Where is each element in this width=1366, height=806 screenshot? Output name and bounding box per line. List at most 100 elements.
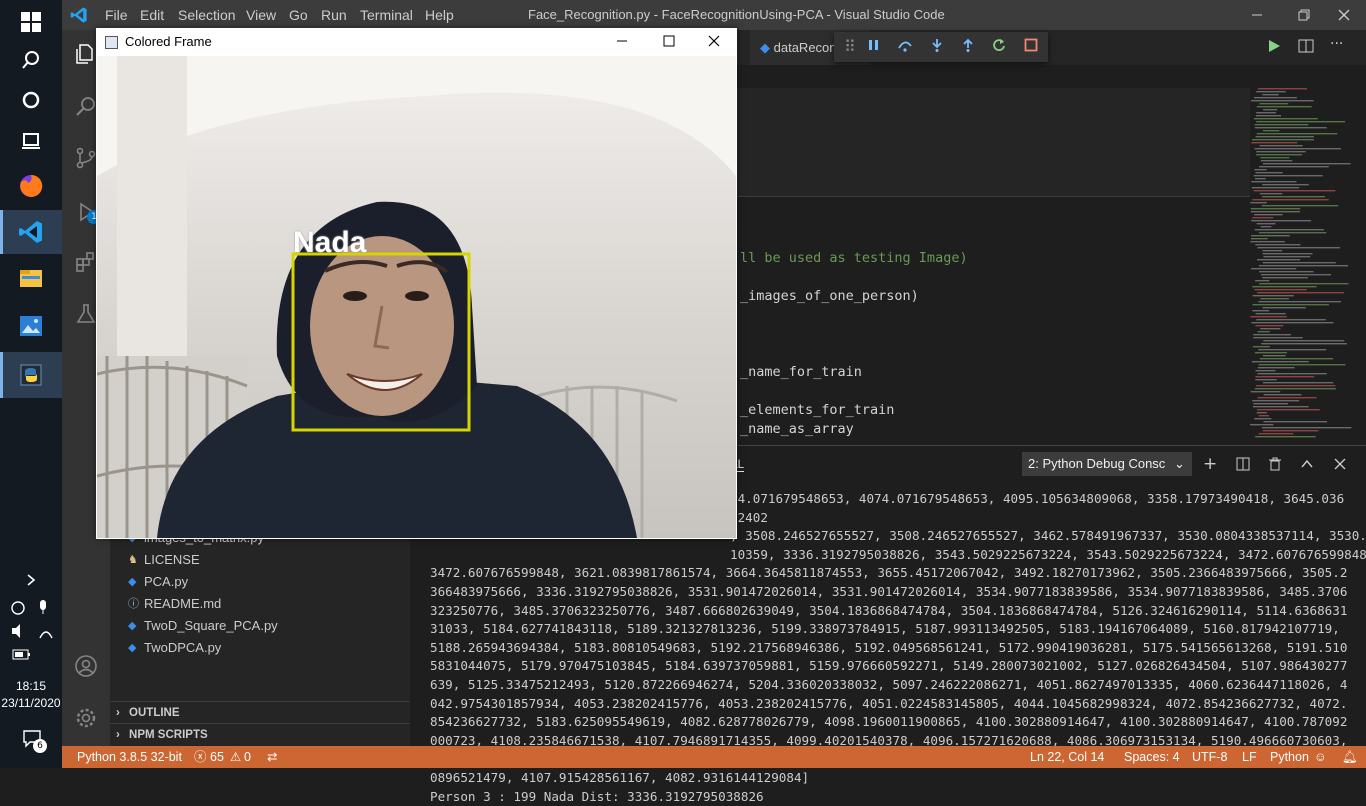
outline-section[interactable]: › OUTLINE bbox=[110, 701, 410, 724]
photos-icon[interactable] bbox=[0, 304, 62, 348]
step-into-icon[interactable] bbox=[930, 32, 944, 62]
restart-icon[interactable] bbox=[992, 32, 1006, 62]
cortana-icon[interactable] bbox=[0, 78, 62, 122]
minimap-line bbox=[1258, 301, 1341, 302]
explorer-file-item[interactable]: ⓘREADME.md bbox=[110, 593, 410, 615]
more-actions-icon[interactable]: ··· bbox=[1330, 36, 1343, 52]
step-over-icon[interactable] bbox=[897, 32, 913, 62]
minimap-line bbox=[1254, 418, 1271, 419]
menu-selection[interactable]: Selection bbox=[178, 0, 236, 30]
minimap-line bbox=[1255, 379, 1276, 380]
minimap-line bbox=[1251, 235, 1290, 236]
python-file-icon: ◆ bbox=[760, 40, 770, 55]
pause-icon[interactable] bbox=[867, 32, 881, 62]
chevron-up-icon[interactable] bbox=[0, 560, 62, 600]
vscode-logo-icon bbox=[70, 6, 88, 28]
minimap-line bbox=[1251, 322, 1333, 323]
clock-time[interactable]: 18:15 bbox=[0, 679, 62, 693]
explorer-file-item[interactable]: ♞LICENSE bbox=[110, 549, 410, 571]
drag-handle-icon[interactable]: ⠿ bbox=[844, 32, 856, 62]
cursor-position[interactable]: Ln 22, Col 14 bbox=[1030, 746, 1104, 768]
errors-icon[interactable]: ⓧ bbox=[194, 746, 207, 768]
menu-run[interactable]: Run bbox=[321, 0, 347, 30]
explorer-file-item[interactable]: ◆PCA.py bbox=[110, 571, 410, 593]
add-terminal-icon[interactable]: + bbox=[1203, 454, 1217, 474]
warnings-count[interactable]: 0 bbox=[244, 746, 251, 768]
feedback-icon[interactable]: ☺ bbox=[1314, 746, 1327, 768]
explorer-file-item[interactable]: ◆TwoDPCA.py bbox=[110, 637, 410, 659]
cf-maximize-icon[interactable] bbox=[663, 34, 675, 51]
minimap[interactable] bbox=[1250, 88, 1360, 443]
run-file-icon[interactable] bbox=[1266, 38, 1282, 58]
minimap-line bbox=[1263, 430, 1319, 431]
search-icon[interactable] bbox=[0, 38, 62, 82]
minimap-line bbox=[1260, 145, 1303, 146]
tray-icons-row1 bbox=[10, 598, 54, 616]
restore-icon[interactable] bbox=[1284, 0, 1324, 30]
npm-scripts-section[interactable]: › NPM SCRIPTS bbox=[110, 723, 410, 746]
minimap-line bbox=[1256, 136, 1314, 137]
line-ending[interactable]: LF bbox=[1242, 746, 1257, 768]
minimap-line bbox=[1259, 433, 1294, 434]
step-out-icon[interactable] bbox=[961, 32, 975, 62]
vscode-taskbar-icon[interactable] bbox=[0, 210, 62, 254]
python-taskbar-icon[interactable] bbox=[0, 352, 62, 398]
menu-terminal[interactable]: Terminal bbox=[360, 0, 413, 30]
clock-date[interactable]: 23/11/2020 bbox=[0, 696, 62, 710]
explorer-file-label: TwoD_Square_PCA.py bbox=[144, 615, 278, 637]
minimap-line bbox=[1254, 289, 1306, 290]
menu-go[interactable]: Go bbox=[289, 0, 308, 30]
python-interpreter[interactable]: Python 3.8.5 32-bit bbox=[77, 746, 182, 768]
explorer-file-item[interactable]: ◆ TwoD_Square_PCA.py bbox=[110, 615, 410, 637]
menu-file[interactable]: File bbox=[105, 0, 128, 30]
minimize-icon[interactable] bbox=[1237, 0, 1277, 30]
minimap-line bbox=[1256, 115, 1281, 116]
minimap-line bbox=[1260, 358, 1333, 359]
close-panel-icon[interactable] bbox=[1333, 456, 1347, 475]
notification-icon[interactable]: 6 bbox=[22, 728, 46, 752]
cf-minimize-icon[interactable] bbox=[616, 34, 628, 51]
minimap-line bbox=[1259, 232, 1326, 233]
console-selector[interactable]: 2: Python Debug Consc ⌄ bbox=[1022, 452, 1192, 476]
maximize-panel-icon[interactable] bbox=[1300, 456, 1314, 475]
webcam-frame: Nada bbox=[97, 56, 736, 538]
face-label: Nada bbox=[293, 226, 366, 260]
colored-frame-window[interactable]: Colored Frame bbox=[96, 28, 737, 539]
minimap-line bbox=[1259, 265, 1348, 266]
minimap-line bbox=[1252, 139, 1314, 140]
warning-icon[interactable]: ⚠ bbox=[230, 746, 241, 768]
menu-view[interactable]: View bbox=[246, 0, 276, 30]
file-explorer-icon[interactable] bbox=[0, 256, 62, 300]
bell-icon[interactable]: 🔔︎ bbox=[1342, 746, 1358, 768]
encoding[interactable]: UTF-8 bbox=[1192, 746, 1227, 768]
info-icon: ⓘ bbox=[128, 593, 139, 615]
language-mode[interactable]: Python bbox=[1270, 746, 1309, 768]
close-icon[interactable] bbox=[1324, 0, 1364, 30]
cf-close-icon[interactable] bbox=[708, 34, 720, 51]
vscode-title-bar: File Edit Selection View Go Run Terminal… bbox=[62, 0, 1366, 30]
split-editor-icon[interactable] bbox=[1298, 38, 1314, 58]
menu-edit[interactable]: Edit bbox=[140, 0, 164, 30]
split-terminal-icon[interactable] bbox=[1236, 456, 1250, 475]
errors-count[interactable]: 65 bbox=[210, 746, 224, 768]
minimap-line bbox=[1263, 109, 1277, 110]
python-file-icon: ◆ bbox=[128, 615, 136, 637]
minimap-line bbox=[1256, 154, 1302, 155]
settings-gear-icon[interactable] bbox=[62, 694, 110, 742]
minimap-line bbox=[1250, 316, 1286, 317]
menu-help[interactable]: Help bbox=[425, 0, 454, 30]
minimap-line bbox=[1252, 400, 1299, 401]
account-icon[interactable] bbox=[62, 642, 110, 690]
stop-icon[interactable] bbox=[1024, 32, 1038, 62]
minimap-line bbox=[1251, 142, 1297, 143]
colored-frame-titlebar[interactable]: Colored Frame bbox=[96, 28, 737, 56]
trash-icon[interactable] bbox=[1268, 456, 1282, 475]
minimap-line bbox=[1259, 283, 1348, 284]
console-line: Person 3 : 199 Nada Dist: 3336.319279503… bbox=[430, 788, 1350, 806]
firefox-icon[interactable] bbox=[0, 164, 62, 208]
live-share-icon[interactable]: ⇄ bbox=[267, 746, 277, 768]
indentation[interactable]: Spaces: 4 bbox=[1124, 746, 1180, 768]
minimap-line bbox=[1253, 337, 1302, 338]
task-view-icon[interactable] bbox=[0, 118, 62, 162]
minimap-line bbox=[1263, 355, 1286, 356]
